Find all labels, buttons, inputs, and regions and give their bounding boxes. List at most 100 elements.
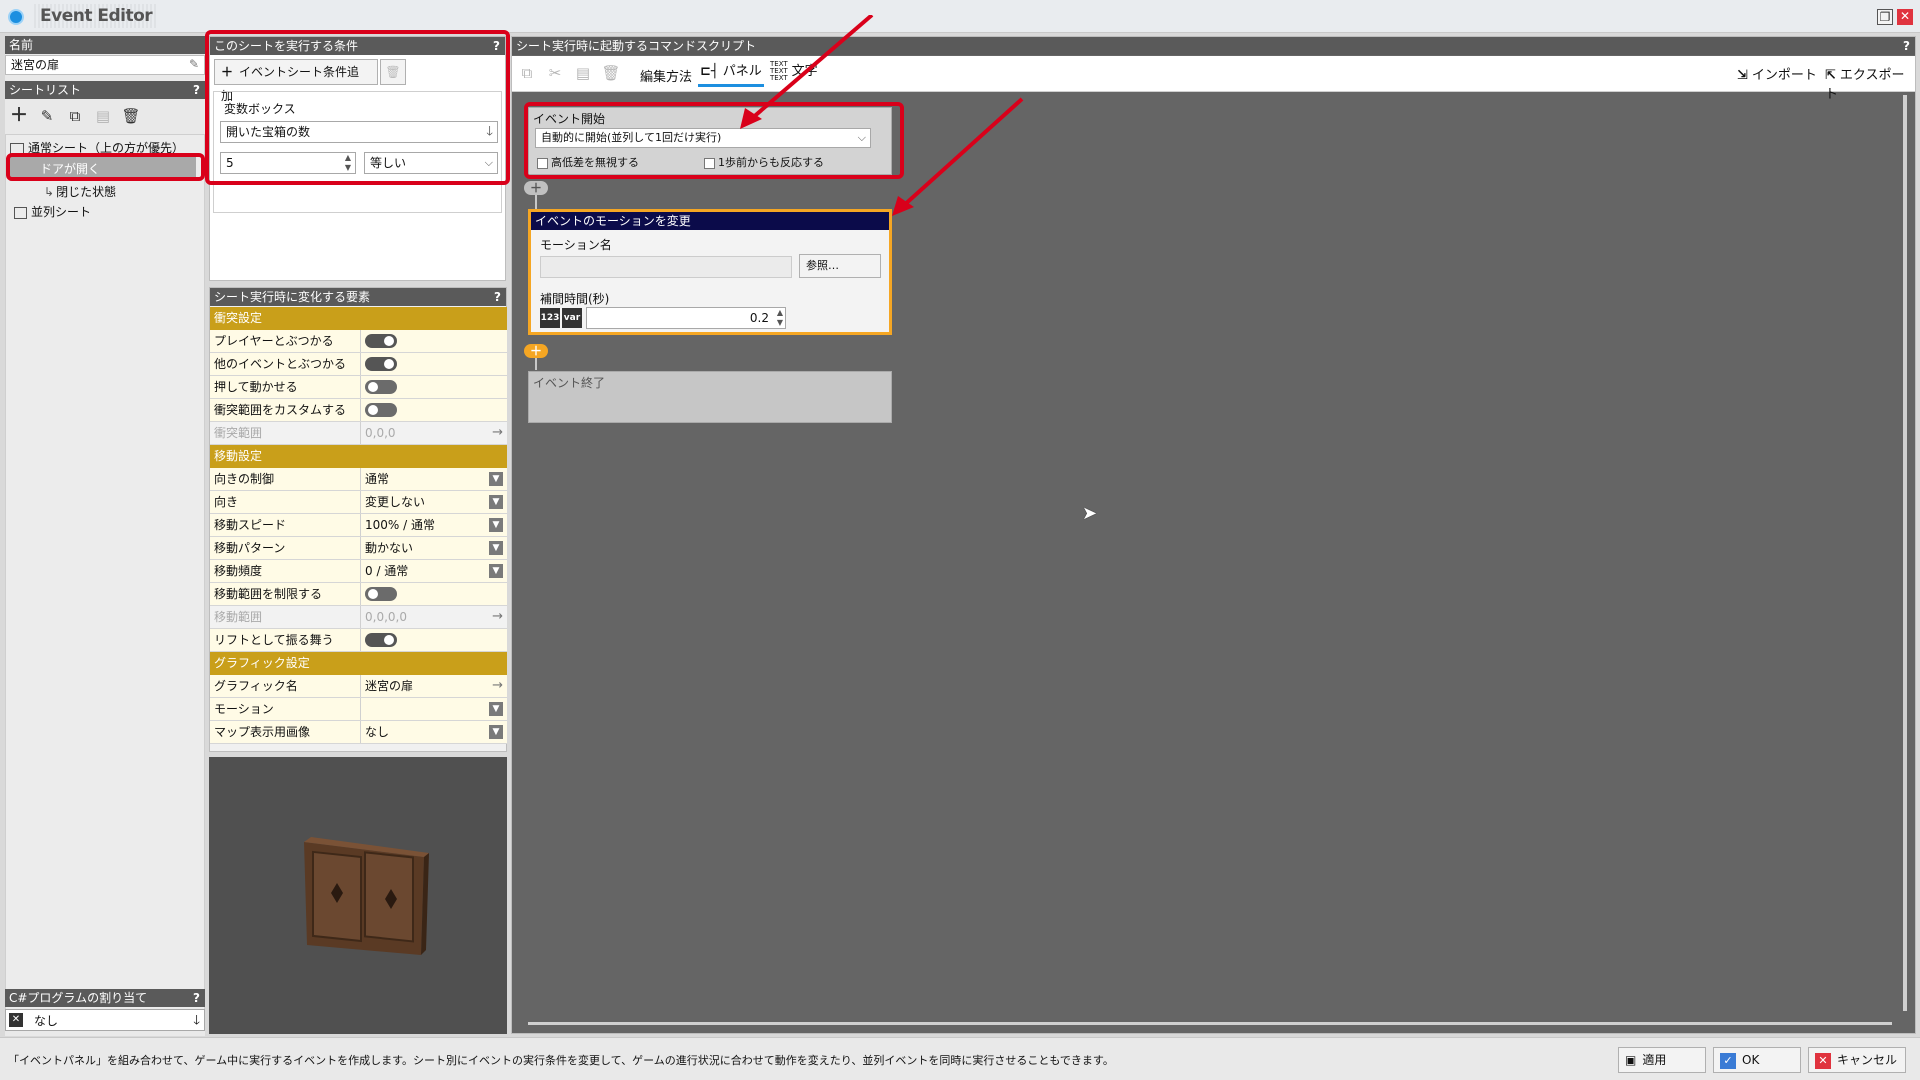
edit-sheet-icon[interactable]: ✎ xyxy=(37,106,57,126)
dropdown-icon[interactable]: ▼ xyxy=(489,564,503,578)
clear-icon[interactable]: ✕ xyxy=(9,1013,23,1027)
interp-value: 0.2 xyxy=(749,311,769,325)
toggle-switch[interactable] xyxy=(365,587,397,601)
sheet-tree: 通常シート（上の方が優先） ドアが開く ↳ 閉じた状態 並列シート xyxy=(5,134,205,1024)
dropdown-icon[interactable]: ▼ xyxy=(489,472,503,486)
name-field[interactable]: 迷宮の扉 xyxy=(5,55,205,75)
props-header-label: シート実行時に変化する要素 xyxy=(214,290,371,304)
arrow-right-icon: → xyxy=(492,609,503,624)
help-icon[interactable]: ? xyxy=(1903,37,1910,55)
prop-label: 移動スピード xyxy=(214,518,287,532)
browse-button[interactable]: 参照… xyxy=(799,254,881,278)
prop-map-image[interactable]: マップ表示用画像 なし ▼ xyxy=(210,721,507,744)
sheet-toolbar: ＋ ✎ ⧉ ▤ 🗑 xyxy=(5,104,205,130)
door-model-image xyxy=(304,837,429,955)
prop-direction-control[interactable]: 向きの制御 通常 ▼ xyxy=(210,468,507,491)
conditions-highlight xyxy=(205,30,510,185)
stepper-icon[interactable]: ▲ ▼ xyxy=(777,308,783,328)
collision-section[interactable]: 衝突設定 xyxy=(210,307,507,330)
prop-value: 0 / 通常 xyxy=(360,560,507,582)
dropdown-arrow-icon[interactable]: 🡓 xyxy=(193,1011,200,1033)
prop-label: 向きの制御 xyxy=(214,472,275,486)
add-sheet-icon[interactable]: ＋ xyxy=(9,106,29,126)
insert-plus-icon[interactable]: ＋ xyxy=(524,344,548,358)
prop-motion[interactable]: モーション ▼ xyxy=(210,698,507,721)
help-icon[interactable]: ? xyxy=(494,288,501,306)
cancel-button[interactable]: ✕ キャンセル xyxy=(1808,1047,1906,1073)
prop-graphic-name[interactable]: グラフィック名 迷宮の扉 → xyxy=(210,675,507,698)
import-button[interactable]: ⇲ インポート xyxy=(1737,64,1817,83)
toggle-switch[interactable] xyxy=(365,357,397,371)
insert-plus-icon[interactable]: ＋ xyxy=(524,181,548,195)
apply-icon: ▣ xyxy=(1625,1053,1637,1067)
paste-sheet-icon[interactable]: ▤ xyxy=(93,106,113,126)
var-mode-icon[interactable]: var xyxy=(562,308,582,328)
pencil-icon[interactable]: ✎ xyxy=(189,57,199,71)
csharp-select[interactable]: ✕ なし 🡓 xyxy=(5,1009,205,1031)
prop-frequency[interactable]: 移動頻度 0 / 通常 ▼ xyxy=(210,560,507,583)
prop-pattern[interactable]: 移動パターン 動かない ▼ xyxy=(210,537,507,560)
toggle-switch[interactable] xyxy=(365,334,397,348)
copy-icon[interactable]: ⧉ xyxy=(517,63,537,83)
sheetlist-header-label: シートリスト xyxy=(9,83,82,97)
delete-icon[interactable]: 🗑 xyxy=(601,63,621,83)
restore-icon[interactable]: ❐ xyxy=(1877,9,1893,25)
dropdown-icon[interactable]: ▼ xyxy=(489,702,503,716)
move-section[interactable]: 移動設定 xyxy=(210,445,507,468)
apply-button[interactable]: ▣ 適用 xyxy=(1618,1047,1706,1073)
prop-limit-range[interactable]: 移動範囲を制限する xyxy=(210,583,507,606)
graphic-section[interactable]: グラフィック設定 xyxy=(210,652,507,675)
event-end-panel[interactable]: イベント終了 xyxy=(528,371,892,423)
dropdown-icon[interactable]: ▼ xyxy=(489,541,503,555)
prop-custom-collision[interactable]: 衝突範囲をカスタムする xyxy=(210,399,507,422)
window-title: Event Editor xyxy=(34,4,159,28)
tree-item-closed[interactable]: ↳ 閉じた状態 xyxy=(44,183,116,201)
copy-sheet-icon[interactable]: ⧉ xyxy=(65,106,85,126)
prop-value: 0,0,0 xyxy=(360,422,507,444)
preview-viewport[interactable] xyxy=(209,757,507,1034)
prop-pushable[interactable]: 押して動かせる xyxy=(210,376,507,399)
horizontal-scrollbar[interactable] xyxy=(528,1022,1892,1025)
prop-value: なし xyxy=(360,721,507,743)
motion-name-field[interactable] xyxy=(540,256,792,278)
delete-sheet-icon[interactable]: 🗑 xyxy=(121,106,141,126)
help-icon[interactable]: ? xyxy=(193,81,200,99)
prop-event-collide[interactable]: 他のイベントとぶつかる xyxy=(210,353,507,376)
tree-parallel[interactable]: 並列シート xyxy=(14,203,91,221)
prop-value: 通常 xyxy=(360,468,507,490)
export-button[interactable]: ⇱ エクスポート xyxy=(1825,64,1915,102)
status-message: 「イベントパネル」を組み合わせて、ゲーム中に実行するイベントを作成します。シート… xyxy=(8,1054,1114,1067)
ok-label: OK xyxy=(1742,1053,1760,1067)
toggle-switch[interactable] xyxy=(365,633,397,647)
tree-item-label: 閉じた状態 xyxy=(56,185,117,199)
interp-input[interactable]: 0.2 ▲ ▼ xyxy=(586,307,786,329)
branch-icon: ↳ xyxy=(44,185,55,199)
cut-icon[interactable]: ✂ xyxy=(545,63,565,83)
paste-icon[interactable]: ▤ xyxy=(573,63,593,83)
arrow-right-icon[interactable]: → xyxy=(492,675,503,697)
export-icon: ⇱ xyxy=(1825,68,1836,83)
arrow-right-icon: → xyxy=(492,425,503,440)
prop-label: 衝突範囲をカスタムする xyxy=(214,403,347,417)
connector-line xyxy=(535,358,537,370)
prop-player-collide[interactable]: プレイヤーとぶつかる xyxy=(210,330,507,353)
dropdown-icon[interactable]: ▼ xyxy=(489,495,503,509)
import-icon: ⇲ xyxy=(1737,68,1748,83)
prop-speed[interactable]: 移動スピード 100% / 通常 ▼ xyxy=(210,514,507,537)
prop-direction[interactable]: 向き 変更しない ▼ xyxy=(210,491,507,514)
dropdown-icon[interactable]: ▼ xyxy=(489,725,503,739)
import-label: インポート xyxy=(1751,68,1817,83)
prop-label: マップ表示用画像 xyxy=(214,725,311,739)
csharp-value: なし xyxy=(34,1014,59,1028)
prop-lift[interactable]: リフトとして振る舞う xyxy=(210,629,507,652)
ok-button[interactable]: ✓ OK xyxy=(1713,1047,1801,1073)
prop-label: 衝突範囲 xyxy=(214,426,263,440)
dropdown-icon[interactable]: ▼ xyxy=(489,518,503,532)
vertical-scrollbar[interactable] xyxy=(1903,95,1907,1011)
close-icon[interactable]: ✕ xyxy=(1897,9,1913,25)
help-icon[interactable]: ? xyxy=(193,989,200,1007)
numeric-mode-icon[interactable]: 123 xyxy=(540,308,560,328)
cancel-icon: ✕ xyxy=(1815,1053,1831,1069)
toggle-switch[interactable] xyxy=(365,403,397,417)
toggle-switch[interactable] xyxy=(365,380,397,394)
